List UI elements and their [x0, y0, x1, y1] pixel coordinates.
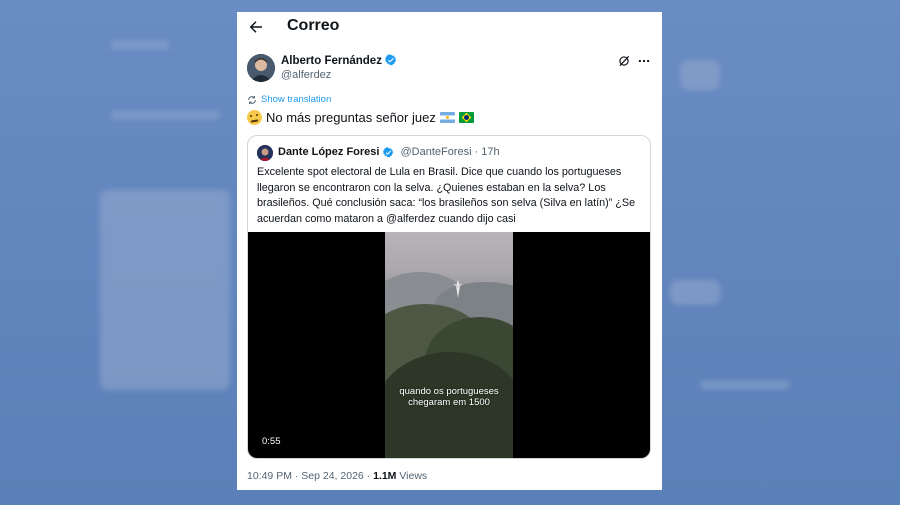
- tweet-meta: 10:49 PM · Sep 24, 2026 · 1.1M Views: [247, 470, 427, 482]
- quote-time: · 17h: [474, 146, 500, 158]
- quote-header: Dante López Foresi @DanteForesi · 17h: [278, 146, 500, 158]
- author-handle[interactable]: @alferdez: [281, 69, 331, 81]
- quote-author-handle[interactable]: @DanteForesi: [400, 146, 471, 158]
- views-label: Views: [396, 470, 428, 482]
- author-name-text: Alberto Fernández: [281, 55, 382, 67]
- verified-icon: [383, 146, 394, 157]
- bird-icon: [453, 280, 463, 298]
- more-icon[interactable]: [637, 54, 651, 68]
- tweet-text: No más preguntas señor juez: [247, 110, 474, 125]
- video-player[interactable]: quando os portugueses chegaram em 1500 0…: [248, 232, 650, 458]
- show-translation-link[interactable]: Show translation: [247, 94, 331, 105]
- grok-icon[interactable]: [617, 54, 631, 68]
- tweet-timestamp[interactable]: 10:49 PM · Sep 24, 2026 ·: [247, 470, 373, 482]
- back-arrow-icon[interactable]: [247, 18, 265, 36]
- video-caption-line1: quando os portugueses: [399, 386, 499, 397]
- show-translation-label: Show translation: [261, 94, 332, 105]
- translate-icon: [248, 95, 256, 104]
- tweet-text-content: No más preguntas señor juez: [266, 110, 436, 125]
- video-caption: quando os portugueses chegaram em 1500: [385, 386, 513, 408]
- quote-text: Excelente spot electoral de Lula en Bras…: [257, 166, 636, 225]
- avatar[interactable]: [247, 54, 275, 82]
- views-count: 1.1M: [373, 470, 397, 482]
- background-blur: [680, 60, 720, 90]
- background-blur: [700, 380, 790, 390]
- author-name[interactable]: Alberto Fernández: [281, 54, 397, 67]
- background-blur: [110, 40, 170, 50]
- video-caption-line2: chegaram em 1500: [408, 397, 490, 408]
- quote-author-name[interactable]: Dante López Foresi: [278, 146, 379, 158]
- video-duration: 0:55: [262, 436, 281, 447]
- background-blur: [100, 190, 230, 390]
- top-bar: Correo: [237, 12, 662, 42]
- background-blur: [110, 110, 220, 120]
- page-title: Correo: [287, 17, 340, 34]
- tweet-card: Correo Alberto Fernández @alferdez Show …: [237, 12, 662, 490]
- background-blur: [670, 280, 720, 305]
- brazil-flag-emoji: [458, 112, 474, 123]
- quote-avatar[interactable]: [257, 145, 273, 161]
- quoted-tweet[interactable]: Dante López Foresi @DanteForesi · 17h Ex…: [247, 135, 651, 459]
- verified-icon: [384, 54, 397, 66]
- video-frame: quando os portugueses chegaram em 1500: [385, 232, 513, 458]
- thinking-face-emoji: [247, 110, 262, 125]
- argentina-flag-emoji: [439, 112, 455, 123]
